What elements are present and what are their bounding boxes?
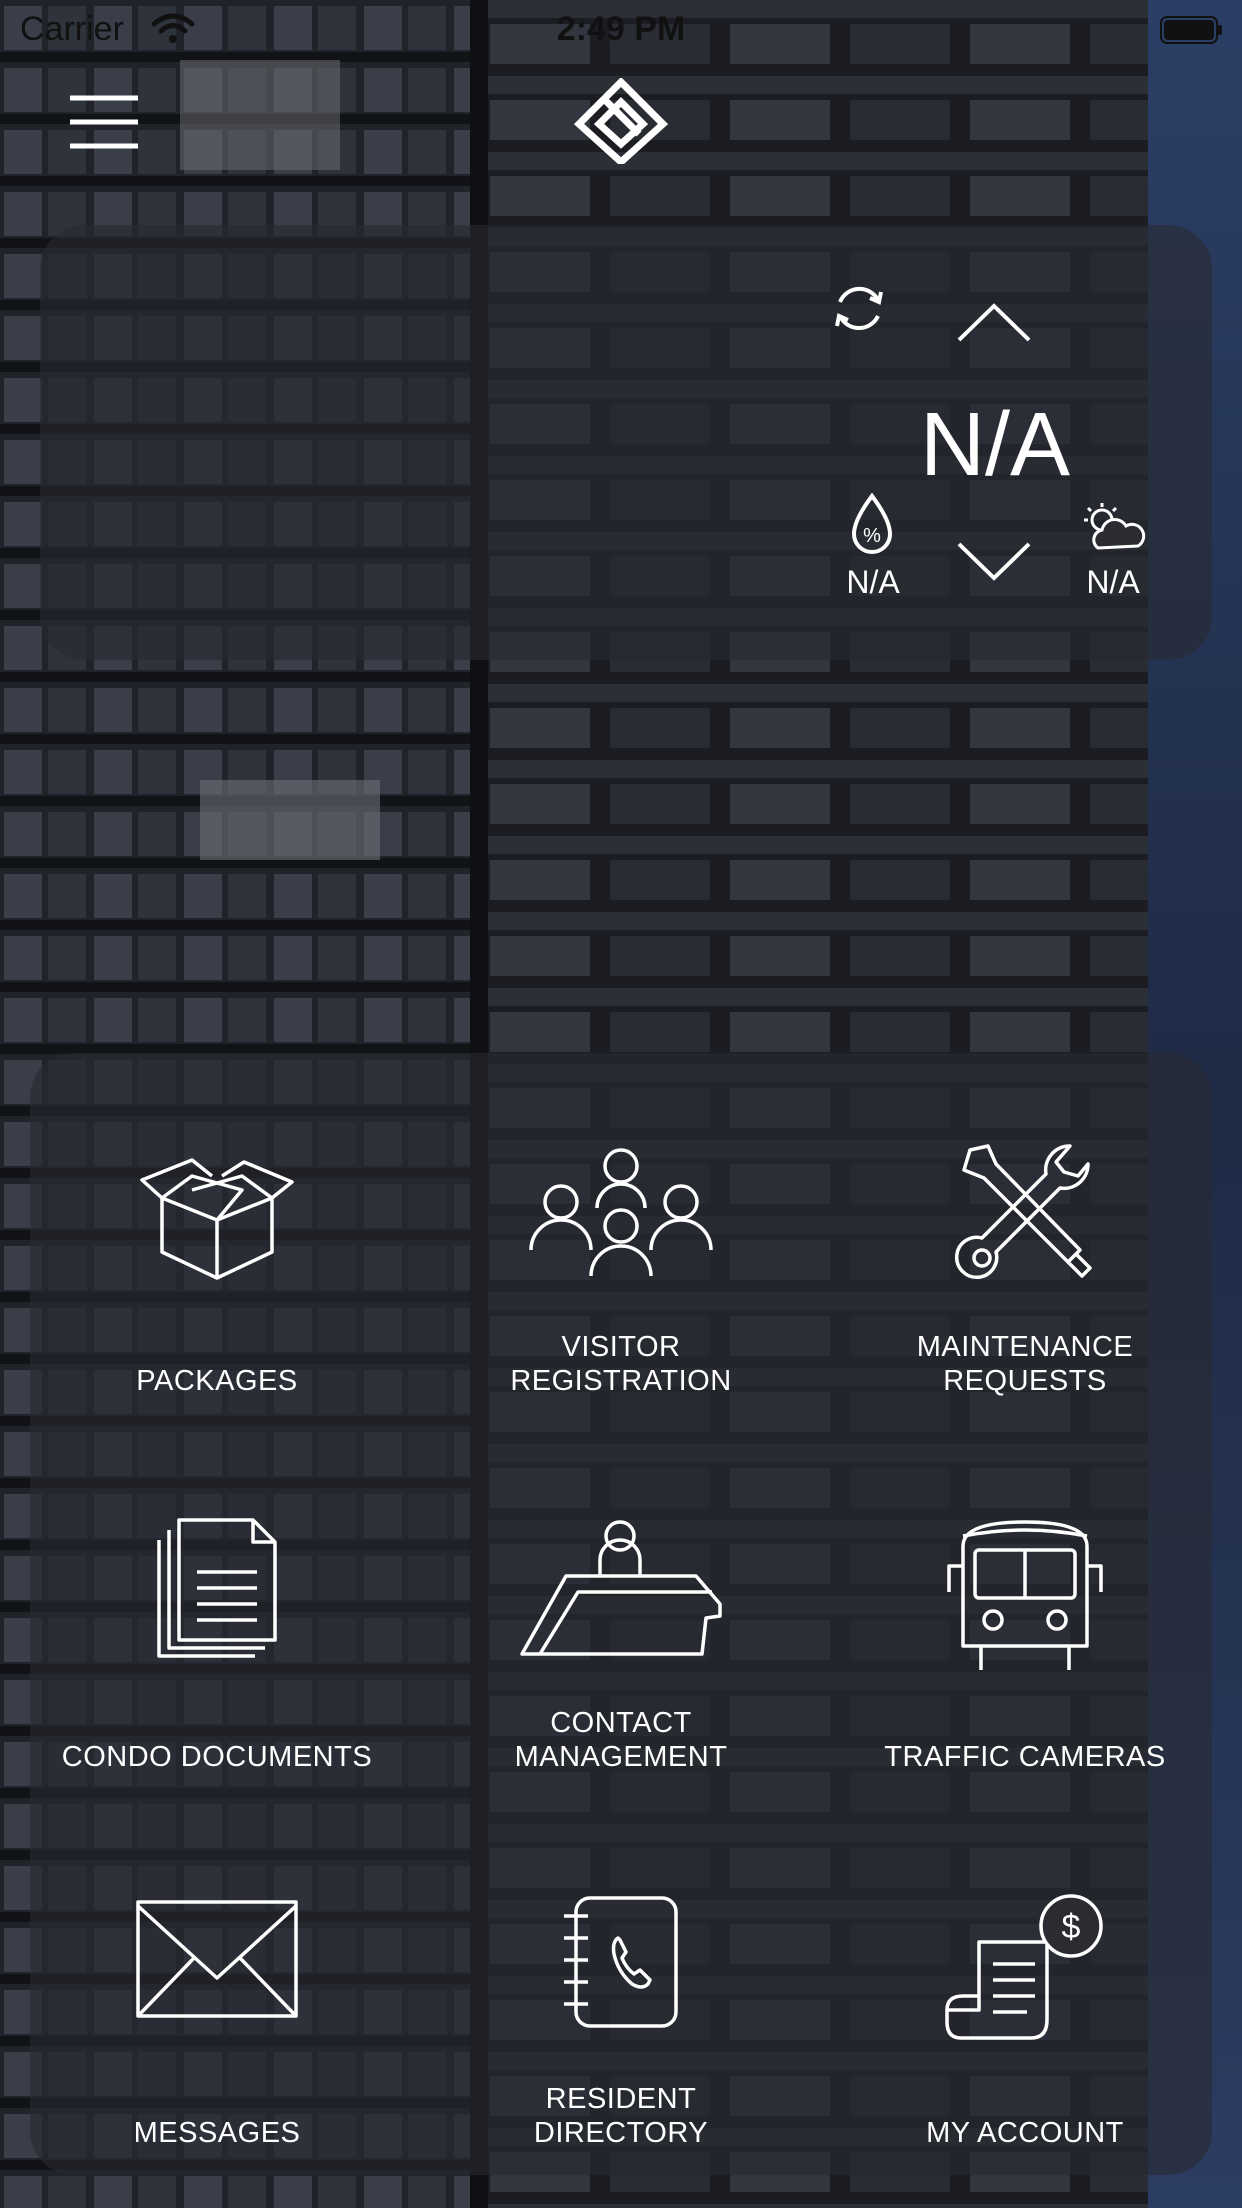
envelope-icon bbox=[136, 1900, 298, 2018]
menu-item-label: TRAFFIC CAMERAS bbox=[884, 1741, 1166, 1773]
menu-item-packages[interactable]: PACKAGES bbox=[52, 1110, 382, 1420]
refresh-icon[interactable] bbox=[830, 280, 888, 338]
battery-icon bbox=[1160, 16, 1222, 44]
billing-icon: $ bbox=[945, 1894, 1103, 2040]
phone-book-icon bbox=[564, 1896, 678, 2028]
front-desk-icon bbox=[520, 1520, 722, 1656]
svg-text:$: $ bbox=[1062, 1908, 1081, 1946]
partly-cloudy-icon bbox=[1084, 503, 1146, 550]
temperature-value: N/A bbox=[919, 395, 1071, 495]
status-bar: Carrier 2:49 PM bbox=[0, 0, 1242, 60]
humidity-value: N/A bbox=[846, 564, 900, 600]
menu-item-condo-documents[interactable]: CONDO DOCUMENTS bbox=[52, 1486, 382, 1796]
bus-icon bbox=[947, 1520, 1103, 1670]
menu-item-my-account[interactable]: $ MY ACCOUNT bbox=[860, 1862, 1190, 2172]
status-time: 2:49 PM bbox=[556, 10, 686, 48]
chevron-up-icon[interactable] bbox=[955, 300, 1033, 344]
menu-item-contact-management[interactable]: CONTACT MANAGEMENT bbox=[456, 1486, 786, 1796]
building-logo-icon bbox=[573, 78, 669, 164]
menu-item-maintenance-requests[interactable]: MAINTENANCE REQUESTS bbox=[860, 1110, 1190, 1420]
humidity-drop-icon: % bbox=[851, 492, 893, 554]
menu-item-label: PACKAGES bbox=[136, 1365, 298, 1397]
menu-item-label: RESIDENT DIRECTORY bbox=[533, 2083, 709, 2149]
menu-item-resident-directory[interactable]: RESIDENT DIRECTORY bbox=[456, 1862, 786, 2172]
package-box-icon bbox=[140, 1158, 294, 1280]
menu-item-label: MESSAGES bbox=[133, 2117, 301, 2149]
menu-item-label: MAINTENANCE REQUESTS bbox=[916, 1331, 1134, 1397]
visitors-group-icon bbox=[529, 1148, 713, 1277]
documents-icon bbox=[157, 1518, 277, 1658]
menu-item-label: MY ACCOUNT bbox=[926, 2117, 1124, 2149]
svg-text:%: % bbox=[863, 525, 881, 547]
chevron-down-icon[interactable] bbox=[955, 540, 1033, 584]
menu-item-traffic-cameras[interactable]: TRAFFIC CAMERAS bbox=[860, 1486, 1190, 1796]
menu-item-visitor-registration[interactable]: VISITOR REGISTRATION bbox=[456, 1110, 786, 1420]
condition-value: N/A bbox=[1086, 564, 1140, 600]
menu-item-label: CONDO DOCUMENTS bbox=[61, 1741, 373, 1773]
menu-item-label: CONTACT MANAGEMENT bbox=[514, 1707, 728, 1773]
menu-item-messages[interactable]: MESSAGES bbox=[52, 1862, 382, 2172]
hamburger-menu-icon[interactable] bbox=[66, 92, 142, 152]
tools-icon bbox=[954, 1144, 1092, 1280]
menu-item-label: VISITOR REGISTRATION bbox=[510, 1331, 732, 1397]
